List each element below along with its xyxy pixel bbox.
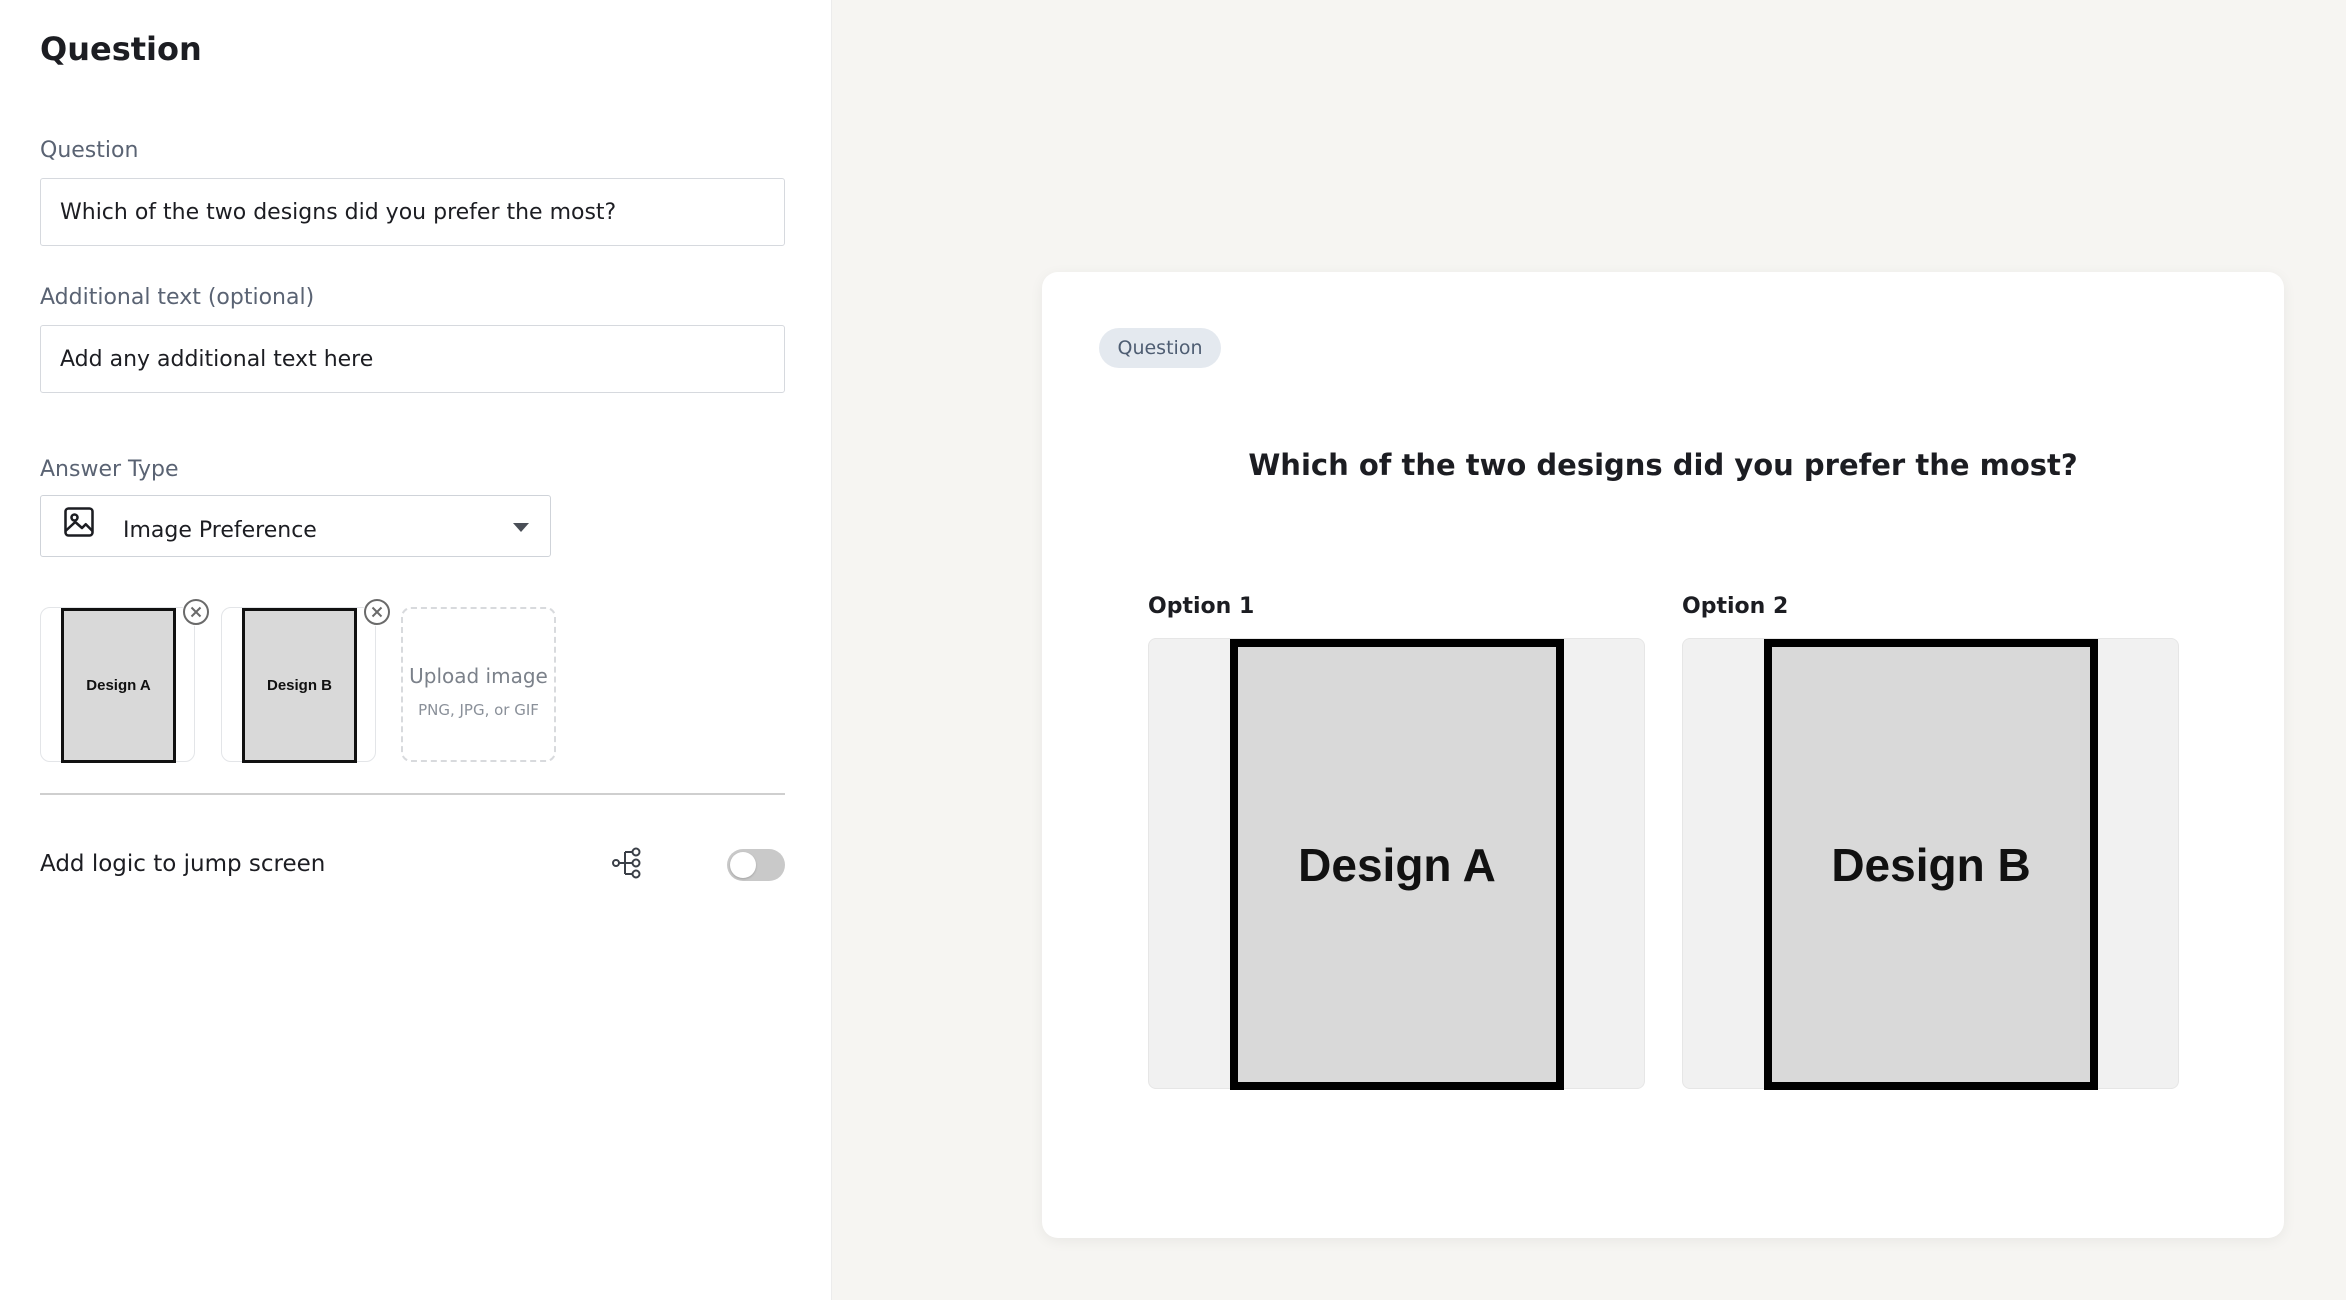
additional-text-input[interactable] <box>40 325 785 393</box>
image-icon <box>64 507 94 537</box>
editor-title: Question <box>40 30 202 68</box>
answer-type-label: Answer Type <box>40 457 179 482</box>
logic-label: Add logic to jump screen <box>40 851 326 877</box>
divider <box>40 793 785 795</box>
answer-type-select[interactable]: Image Preference <box>40 495 551 557</box>
toggle-knob <box>730 852 756 878</box>
upload-image-label: Upload image <box>409 664 548 688</box>
option-label: Option 2 <box>1682 594 1789 619</box>
answer-type-value: Image Preference <box>123 518 317 543</box>
option-image: Design B <box>1764 639 2098 1090</box>
question-field-label: Question <box>40 138 139 163</box>
additional-text-label: Additional text (optional) <box>40 285 315 310</box>
option-card[interactable]: Design B <box>1682 638 2179 1090</box>
upload-formats-hint: PNG, JPG, or GIF <box>418 701 539 719</box>
image-thumbnail[interactable]: Design A <box>40 598 210 763</box>
logic-toggle[interactable] <box>727 849 785 881</box>
thumbnail-image: Design A <box>61 608 176 763</box>
branch-logic-icon[interactable] <box>611 846 645 880</box>
option-image: Design A <box>1230 639 1564 1090</box>
question-editor-panel: Question Question Additional text (optio… <box>0 0 832 1300</box>
question-input[interactable] <box>40 178 785 246</box>
option-label: Option 1 <box>1148 594 1255 619</box>
upload-image-dropzone[interactable]: Upload image PNG, JPG, or GIF <box>401 607 556 762</box>
option-card[interactable]: Design A <box>1148 638 1645 1090</box>
remove-image-icon[interactable] <box>182 598 210 626</box>
preview-question-text: Which of the two designs did you prefer … <box>1248 448 2078 482</box>
chevron-down-icon <box>513 523 529 532</box>
question-badge: Question <box>1099 328 1221 368</box>
thumbnail-image: Design B <box>242 608 357 763</box>
question-preview-card: Question Which of the two designs did yo… <box>1042 272 2284 1238</box>
remove-image-icon[interactable] <box>363 598 391 626</box>
image-thumbnail[interactable]: Design B <box>221 598 391 763</box>
